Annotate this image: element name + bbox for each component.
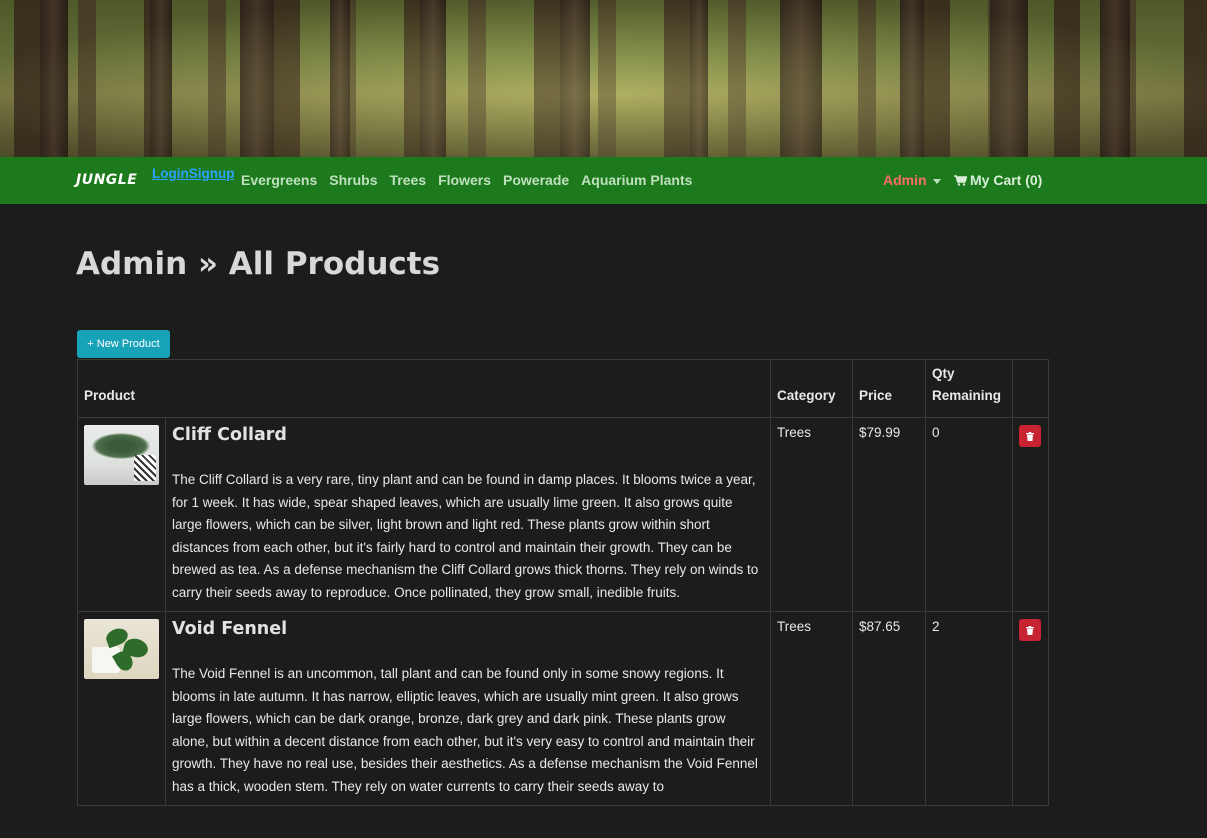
product-qty: 0 — [925, 417, 1013, 612]
cart-label: My Cart (0) — [970, 172, 1043, 188]
product-category: Trees — [770, 417, 853, 612]
header-price: Price — [852, 359, 926, 418]
products-table: Product Category Price Qty Remaining Cli… — [77, 359, 1049, 806]
nav-link-aquarium-plants[interactable]: Aquarium Plants — [581, 172, 692, 188]
header-category: Category — [770, 359, 853, 418]
product-qty: 2 — [925, 611, 1013, 806]
admin-dropdown-label: Admin — [883, 172, 927, 188]
product-info-cell: Cliff Collard The Cliff Collard is a ver… — [165, 417, 771, 612]
trash-icon — [1026, 625, 1034, 635]
login-link[interactable]: Login — [152, 166, 189, 181]
product-image-cell — [77, 417, 166, 612]
product-thumbnail — [84, 619, 159, 679]
nav-link-trees[interactable]: Trees — [390, 172, 427, 188]
delete-cell — [1012, 417, 1049, 612]
product-name: Cliff Collard — [172, 425, 287, 445]
cart-icon — [954, 175, 967, 186]
product-price: $87.65 — [852, 611, 926, 806]
nav-link-powerade[interactable]: Powerade — [503, 172, 569, 188]
product-price: $79.99 — [852, 417, 926, 612]
product-description: The Cliff Collard is a very rare, tiny p… — [172, 472, 759, 600]
caret-down-icon — [932, 178, 941, 184]
product-thumbnail — [84, 425, 159, 485]
new-product-button[interactable]: + New Product — [77, 330, 170, 358]
product-name: Void Fennel — [172, 619, 288, 639]
product-category: Trees — [770, 611, 853, 806]
trash-icon — [1026, 431, 1034, 441]
header-actions — [1012, 359, 1049, 418]
product-description: The Void Fennel is an uncommon, tall pla… — [172, 666, 758, 794]
admin-dropdown[interactable]: Admin — [883, 172, 941, 188]
signup-link[interactable]: Signup — [189, 166, 235, 181]
cart-link[interactable]: My Cart (0) — [954, 172, 1042, 188]
brand-logo[interactable]: JUNGLE — [76, 172, 137, 188]
table-row: Cliff Collard The Cliff Collard is a ver… — [77, 417, 1049, 612]
product-image-cell — [77, 611, 166, 806]
header-product: Product — [77, 359, 771, 418]
table-header-row: Product Category Price Qty Remaining — [77, 359, 1049, 418]
product-info-cell: Void Fennel The Void Fennel is an uncomm… — [165, 611, 771, 806]
forest-banner-image — [0, 0, 1207, 157]
nav-link-evergreens[interactable]: Evergreens — [241, 172, 317, 188]
category-nav: Evergreens Shrubs Trees Flowers Powerade… — [241, 172, 692, 188]
delete-product-button[interactable] — [1019, 619, 1041, 641]
nav-link-shrubs[interactable]: Shrubs — [329, 172, 377, 188]
auth-links: LoginSignup — [152, 166, 235, 181]
nav-link-flowers[interactable]: Flowers — [438, 172, 491, 188]
table-row: Void Fennel The Void Fennel is an uncomm… — [77, 611, 1049, 806]
page-title: Admin » All Products — [76, 246, 441, 282]
delete-product-button[interactable] — [1019, 425, 1041, 447]
top-navbar: JUNGLE LoginSignup Evergreens Shrubs Tre… — [0, 157, 1207, 204]
delete-cell — [1012, 611, 1049, 806]
header-qty-remaining: Qty Remaining — [925, 359, 1013, 418]
